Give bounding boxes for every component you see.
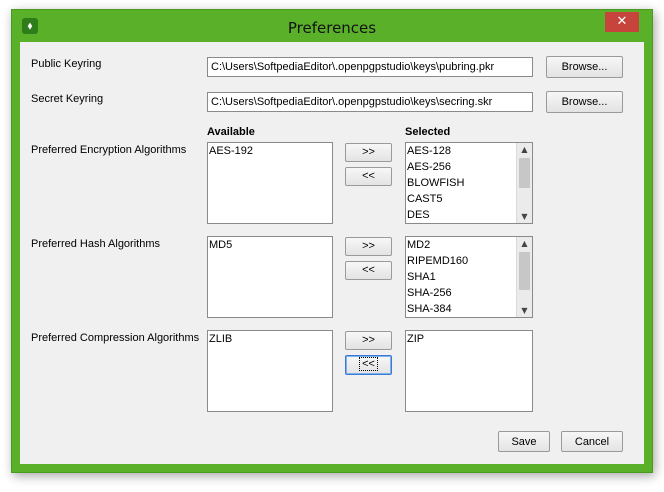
close-window-button[interactable]: ✕ (605, 12, 639, 32)
hash-algorithms-label: Preferred Hash Algorithms (31, 238, 160, 250)
list-item[interactable]: MD5 (208, 237, 332, 253)
list-item[interactable]: AES-256 (406, 159, 532, 175)
hash-remove-button[interactable]: << (345, 261, 392, 280)
public-keyring-field[interactable]: C:\Users\SoftpediaEditor\.openpgpstudio\… (207, 57, 533, 77)
hash-selected-list[interactable]: MD2 RIPEMD160 SHA1 SHA-256 SHA-384 ▲ ▼ (405, 236, 533, 318)
cancel-button[interactable]: Cancel (561, 431, 623, 452)
secret-keyring-field[interactable]: C:\Users\SoftpediaEditor\.openpgpstudio\… (207, 92, 533, 112)
compression-algorithms-label: Preferred Compression Algorithms (31, 332, 200, 344)
compression-remove-button[interactable]: << (345, 355, 392, 375)
hash-available-list[interactable]: MD5 (207, 236, 333, 318)
list-item[interactable]: DES (406, 207, 532, 223)
list-item[interactable]: AES-192 (208, 143, 332, 159)
preferences-panel: Public Keyring C:\Users\SoftpediaEditor\… (20, 42, 644, 464)
close-icon: ✕ (616, 14, 628, 29)
list-item[interactable]: SHA-384 (406, 301, 532, 317)
scroll-up-icon[interactable]: ▲ (517, 237, 532, 250)
list-item[interactable]: RIPEMD160 (406, 253, 532, 269)
compression-available-list[interactable]: ZLIB (207, 330, 333, 412)
scroll-down-icon[interactable]: ▼ (517, 210, 532, 223)
secret-keyring-label: Secret Keyring (31, 93, 104, 105)
list-item[interactable]: ZIP (406, 331, 532, 347)
encryption-add-button[interactable]: >> (345, 143, 392, 162)
title-bar[interactable]: ⬧ Preferences ✕ (12, 10, 652, 42)
compression-selected-list[interactable]: ZIP (405, 330, 533, 412)
list-item[interactable]: AES-128 (406, 143, 532, 159)
hash-add-button[interactable]: >> (345, 237, 392, 256)
list-item[interactable]: MD2 (406, 237, 532, 253)
scroll-thumb[interactable] (519, 252, 530, 290)
list-item[interactable]: SHA-256 (406, 285, 532, 301)
compression-add-button[interactable]: >> (345, 331, 392, 350)
public-keyring-label: Public Keyring (31, 58, 102, 70)
encryption-remove-button[interactable]: << (345, 167, 392, 186)
list-item[interactable]: SHA1 (406, 269, 532, 285)
hash-selected-scrollbar[interactable]: ▲ ▼ (516, 237, 532, 317)
scroll-thumb[interactable] (519, 158, 530, 188)
encryption-selected-list[interactable]: AES-128 AES-256 BLOWFISH CAST5 DES ▲ ▼ (405, 142, 533, 224)
encryption-algorithms-label: Preferred Encryption Algorithms (31, 144, 187, 156)
window-title: Preferences (287, 19, 377, 37)
public-keyring-browse-button[interactable]: Browse... (546, 56, 623, 78)
encryption-selected-scrollbar[interactable]: ▲ ▼ (516, 143, 532, 223)
list-item[interactable]: CAST5 (406, 191, 532, 207)
secret-keyring-browse-button[interactable]: Browse... (546, 91, 623, 113)
preferences-window: ⬧ Preferences ✕ Public Keyring C:\Users\… (11, 9, 653, 473)
save-button[interactable]: Save (498, 431, 550, 452)
list-item[interactable]: ZLIB (208, 331, 332, 347)
selected-header: Selected (405, 126, 451, 138)
available-header: Available (207, 126, 255, 138)
list-item[interactable]: BLOWFISH (406, 175, 532, 191)
scroll-down-icon[interactable]: ▼ (517, 304, 532, 317)
encryption-available-list[interactable]: AES-192 (207, 142, 333, 224)
scroll-up-icon[interactable]: ▲ (517, 143, 532, 156)
compression-remove-label: << (359, 357, 378, 371)
